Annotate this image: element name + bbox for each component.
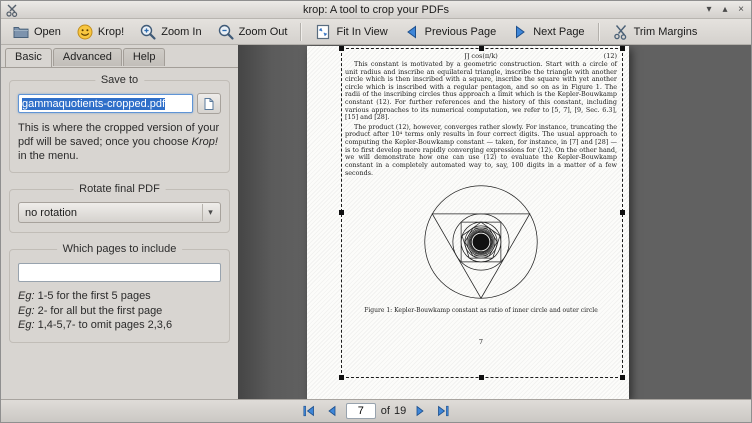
pages-group: Which pages to include Eg: 1-5 for the f… [9, 249, 230, 343]
toolbar-button-label: Fit In View [336, 26, 387, 38]
maximize-icon: ▴ [722, 4, 727, 15]
toolbar-button-label: Previous Page [425, 26, 497, 38]
tab-basic[interactable]: Basic [5, 48, 52, 67]
tab-panel-basic: Save to gammaquotients-cropped.pdf This … [1, 67, 238, 399]
total-pages-text: 19 [394, 405, 406, 417]
pdf-view: ∏ cos(π/k) (12) This constant is motivat… [238, 45, 751, 399]
chevron-down-icon: ▾ [202, 204, 218, 221]
krop-app-icon [5, 3, 19, 17]
toolbar-button-label: Zoom Out [239, 26, 288, 38]
pages-hint: Eg: 1,4-5,7- to omit pages 2,3,6 [18, 318, 221, 333]
tab-advanced[interactable]: Advanced [53, 48, 122, 66]
app-window: krop: A tool to crop your PDFs ▾ ▴ × Ope… [0, 0, 752, 423]
pages-group-title: Which pages to include [57, 243, 183, 255]
maximize-button[interactable]: ▴ [718, 3, 732, 17]
first-page-icon [301, 403, 317, 419]
fit-in-view-button[interactable]: Fit In View [308, 21, 393, 43]
save-to-group: Save to gammaquotients-cropped.pdf This … [9, 80, 230, 173]
toolbar-button-label: Next Page [533, 26, 584, 38]
close-button[interactable]: × [734, 3, 748, 17]
toolbar-separator [598, 23, 599, 41]
save-to-filename: gammaquotients-cropped.pdf [22, 98, 165, 110]
toolbar-button-label: Krop! [98, 26, 124, 38]
crop-selection[interactable] [341, 48, 623, 378]
last-page-button[interactable] [434, 403, 452, 420]
krop-button[interactable]: Krop! [70, 21, 130, 43]
crop-handle-ne[interactable] [620, 46, 625, 51]
zoom-out-icon [217, 23, 235, 41]
document-icon [202, 97, 216, 111]
next-page-nav-button[interactable] [411, 403, 429, 420]
crop-handle-se[interactable] [620, 375, 625, 380]
rotate-group: Rotate final PDF no rotation ▾ [9, 189, 230, 233]
pdf-page[interactable]: ∏ cos(π/k) (12) This constant is motivat… [307, 46, 629, 399]
pages-hint: Eg: 1-5 for the first 5 pages [18, 289, 221, 304]
smiley-icon [76, 23, 94, 41]
previous-page-button[interactable]: Previous Page [397, 21, 503, 43]
crop-handle-nw[interactable] [339, 46, 344, 51]
rotate-select[interactable]: no rotation ▾ [18, 202, 221, 223]
trim-margins-icon [612, 23, 630, 41]
hint-prefix: Eg: [18, 305, 35, 317]
toolbar-button-label: Open [34, 26, 61, 38]
open-button[interactable]: Open [6, 21, 67, 43]
toolbar: Open Krop! Zoom In Zoom Out Fit In View [1, 19, 751, 45]
tab-help[interactable]: Help [123, 48, 166, 66]
close-icon: × [738, 4, 744, 15]
next-page-icon [412, 403, 428, 419]
hint-text: 2- for all but the first page [35, 305, 163, 317]
next-page-button[interactable]: Next Page [505, 21, 590, 43]
save-to-description-emphasis: Krop! [192, 136, 218, 148]
crop-handle-w[interactable] [339, 210, 344, 215]
rotate-selected-value: no rotation [25, 207, 77, 219]
minimize-icon: ▾ [706, 4, 711, 15]
last-page-icon [435, 403, 451, 419]
zoom-in-icon [139, 23, 157, 41]
crop-handle-s[interactable] [479, 375, 484, 380]
save-to-description: This is where the cropped version of you… [18, 121, 221, 163]
save-to-description-text: in the menu. [18, 150, 79, 162]
hint-prefix: Eg: [18, 290, 35, 302]
rotate-group-title: Rotate final PDF [73, 183, 166, 195]
save-to-group-title: Save to [95, 74, 144, 86]
main-area: Basic Advanced Help Save to gammaquotien… [1, 45, 751, 399]
crop-handle-e[interactable] [620, 210, 625, 215]
previous-page-icon [324, 403, 340, 419]
zoom-in-button[interactable]: Zoom In [133, 21, 207, 43]
minimize-button[interactable]: ▾ [702, 3, 716, 17]
hint-text: 1,4-5,7- to omit pages 2,3,6 [35, 319, 173, 331]
fit-in-view-icon [314, 23, 332, 41]
first-page-button[interactable] [300, 403, 318, 420]
pages-input[interactable] [18, 263, 221, 282]
window-title: krop: A tool to crop your PDFs [1, 4, 751, 16]
trim-margins-button[interactable]: Trim Margins [606, 21, 704, 43]
save-to-input[interactable]: gammaquotients-cropped.pdf [18, 94, 193, 113]
toolbar-button-label: Zoom In [161, 26, 201, 38]
crop-handle-sw[interactable] [339, 375, 344, 380]
previous-page-nav-button[interactable] [323, 403, 341, 420]
choose-file-button[interactable] [197, 93, 221, 114]
zoom-out-button[interactable]: Zoom Out [211, 21, 294, 43]
page-total-label: of 19 [381, 405, 406, 417]
toolbar-button-label: Trim Margins [634, 26, 698, 38]
save-to-description-text: This is where the cropped version of you… [18, 122, 219, 148]
crop-handle-n[interactable] [479, 46, 484, 51]
hint-text: 1-5 for the first 5 pages [35, 290, 151, 302]
next-page-icon [511, 23, 529, 41]
sidebar-tabbar: Basic Advanced Help [1, 45, 238, 66]
hint-prefix: Eg: [18, 319, 35, 331]
titlebar[interactable]: krop: A tool to crop your PDFs ▾ ▴ × [1, 1, 751, 19]
pages-hints: Eg: 1-5 for the first 5 pages Eg: 2- for… [18, 289, 221, 334]
sidebar: Basic Advanced Help Save to gammaquotien… [1, 45, 238, 399]
page-number-input[interactable] [346, 403, 376, 419]
previous-page-icon [403, 23, 421, 41]
pages-hint: Eg: 2- for all but the first page [18, 304, 221, 319]
open-folder-icon [12, 23, 30, 41]
toolbar-separator [300, 23, 301, 41]
page-navigation-bar: of 19 [1, 399, 751, 422]
of-text: of [381, 405, 390, 417]
